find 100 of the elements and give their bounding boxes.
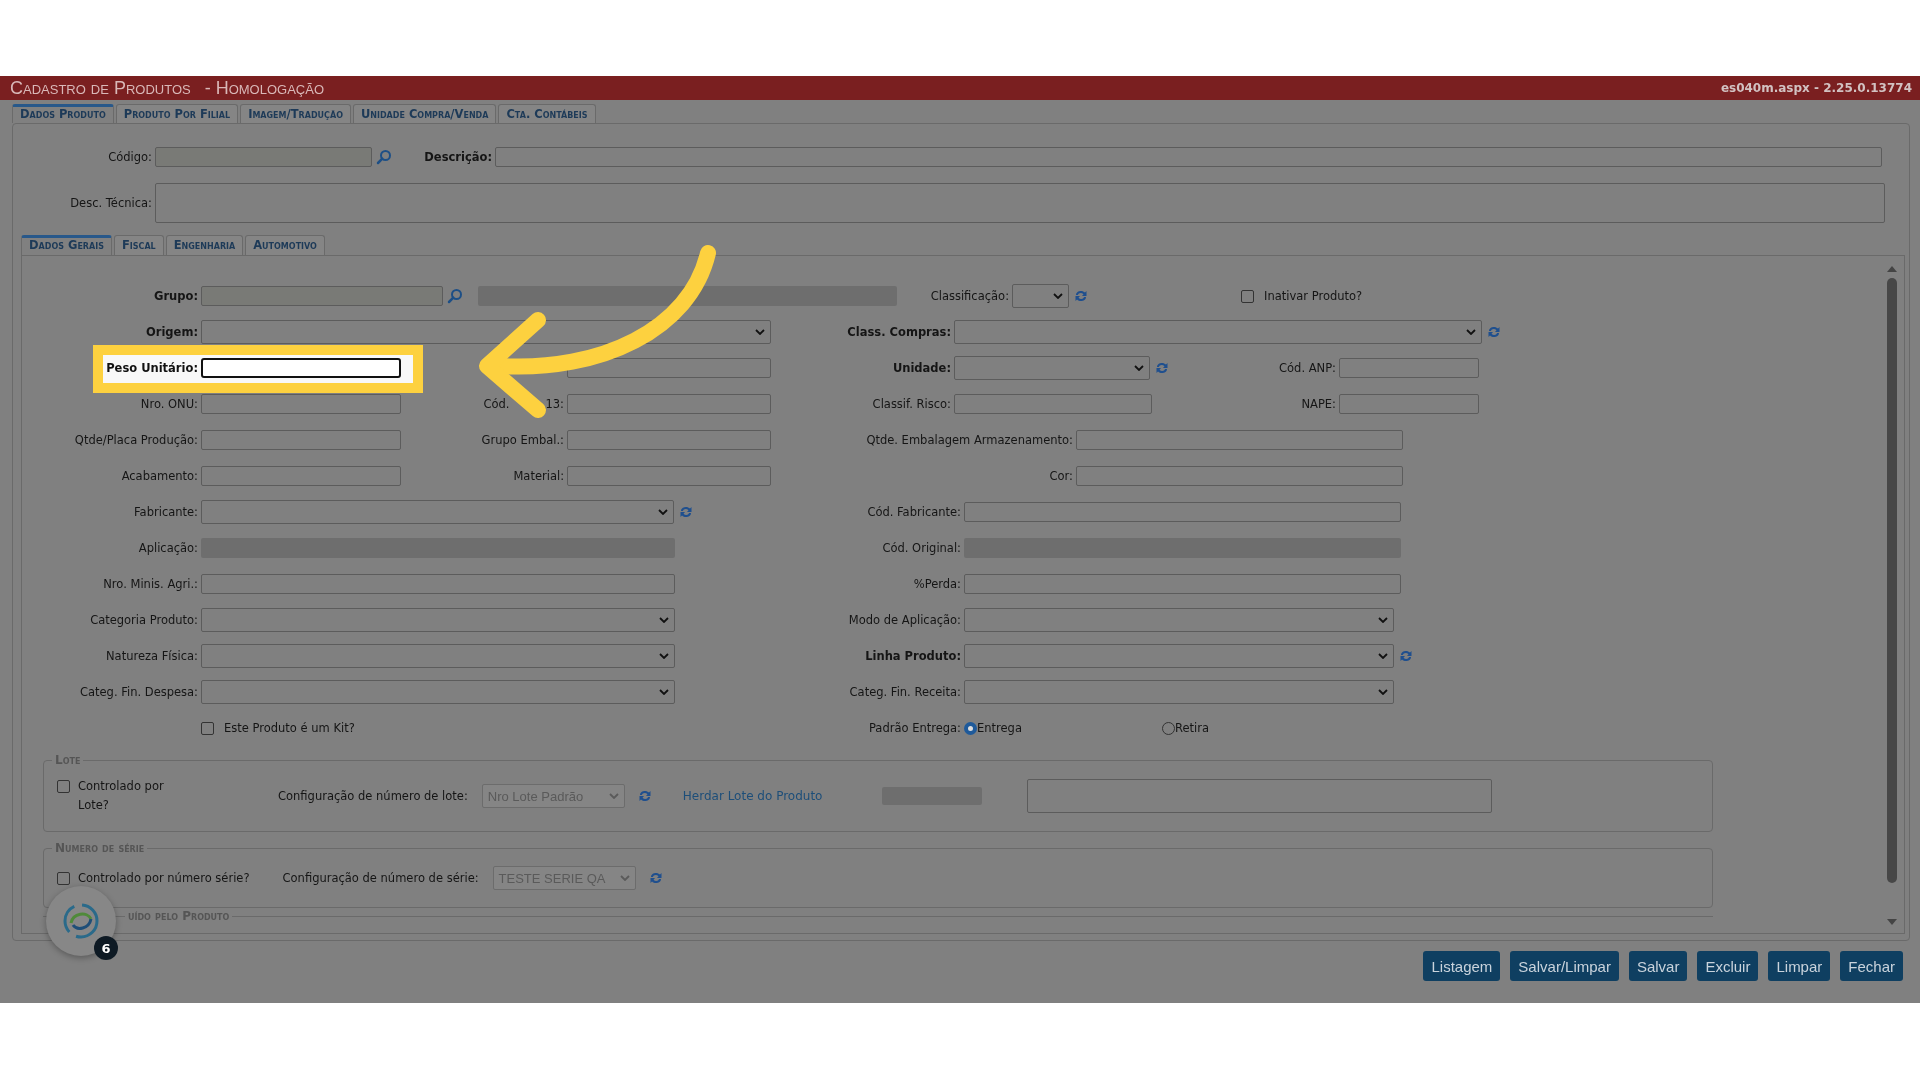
- field-label: Categ. Fin. Receita:: [849, 685, 961, 699]
- text-field[interactable]: [1339, 394, 1479, 414]
- text-field[interactable]: [964, 574, 1401, 594]
- refresh-icon[interactable]: [1154, 360, 1170, 376]
- text-field[interactable]: [201, 358, 401, 378]
- radio-label: Retira: [1175, 721, 1210, 735]
- checkbox-label: Controlado por número série?: [78, 871, 250, 885]
- text-area[interactable]: [1027, 779, 1493, 813]
- search-icon[interactable]: [376, 149, 392, 165]
- field-label: %Perda:: [913, 577, 961, 591]
- description-field[interactable]: [495, 147, 1882, 167]
- tab[interactable]: Fiscal: [113, 235, 164, 255]
- environment-label: - Homologação: [204, 77, 325, 99]
- text-field[interactable]: [964, 502, 1401, 522]
- refresh-icon[interactable]: [1486, 324, 1502, 340]
- field-label: Descrição:: [423, 150, 493, 164]
- search-icon[interactable]: [447, 288, 463, 304]
- field-label: Nro. ONU:: [140, 397, 198, 411]
- action-button[interactable]: Salvar/Limpar: [1510, 951, 1619, 981]
- chevron-icon: [1378, 689, 1388, 695]
- scroll-down-icon[interactable]: [1887, 919, 1897, 925]
- text-field[interactable]: [567, 358, 771, 378]
- field-label: Unidade:: [892, 361, 951, 375]
- scroll-up-icon[interactable]: [1887, 266, 1897, 272]
- field-label: Qtde. Embalagem Armazenamento:: [866, 433, 1073, 447]
- field-label: Aplicação:: [138, 541, 198, 555]
- tab[interactable]: Automotivo: [245, 235, 325, 255]
- tab[interactable]: Dados Produto: [12, 104, 114, 123]
- text-field[interactable]: [954, 394, 1152, 414]
- tab[interactable]: Produto Por Filial: [115, 104, 239, 123]
- radio-label: Entrega: [977, 721, 1022, 735]
- field-label: Cód. Fabricante:: [867, 505, 961, 519]
- text-field[interactable]: [1076, 430, 1403, 450]
- text-field[interactable]: [201, 466, 401, 486]
- refresh-icon[interactable]: [1398, 648, 1414, 664]
- inherit-lot-link[interactable]: Herdar Lote do Produto: [682, 789, 823, 803]
- text-field[interactable]: [567, 430, 771, 450]
- field-label: Acabamento:: [121, 469, 198, 483]
- tab[interactable]: Imagem/Tradução: [240, 104, 351, 123]
- text-field[interactable]: [567, 466, 771, 486]
- radio-button[interactable]: [964, 721, 977, 735]
- checkbox[interactable]: [57, 780, 70, 793]
- checkbox[interactable]: [201, 721, 214, 735]
- chevron-icon: [1378, 653, 1388, 659]
- chevron-icon: [755, 329, 765, 335]
- checkbox[interactable]: [1241, 289, 1254, 303]
- scrollbar-thumb[interactable]: [1887, 278, 1897, 883]
- field-label: Configuração de número de série:: [282, 871, 479, 885]
- chevron-icon: [659, 689, 669, 695]
- field-label: Categoria Produto:: [90, 613, 198, 627]
- tab[interactable]: Dados Gerais: [21, 235, 112, 255]
- chevron-icon: [1134, 365, 1144, 371]
- field-label: Peso Unitário:: [106, 361, 198, 375]
- checkbox-label: Controlado por Lote?: [78, 778, 165, 814]
- window-title: Cadastro de Produtos: [10, 77, 191, 99]
- chevron-icon: [658, 509, 668, 515]
- refresh-icon[interactable]: [1073, 288, 1089, 304]
- field-label: Configuração de número de lote:: [278, 789, 468, 803]
- field-label: Cód. ANP:: [1279, 361, 1336, 375]
- chevron-icon: [659, 653, 669, 659]
- tab[interactable]: Cta. Contábeis: [498, 104, 596, 123]
- code-field[interactable]: [155, 147, 372, 167]
- field-label: Qtde/Placa Produção:: [74, 433, 198, 447]
- action-button[interactable]: Fechar: [1840, 951, 1903, 981]
- refresh-icon[interactable]: [678, 504, 694, 520]
- checkbox-label: Inativar Produto?: [1264, 289, 1363, 303]
- tab[interactable]: Engenharia: [165, 235, 244, 255]
- text-field[interactable]: [1339, 358, 1479, 378]
- field-label: Padrão Entrega:: [868, 721, 961, 735]
- field-label: Fabricante:: [134, 505, 198, 519]
- field-label: Grupo Embal.:: [481, 433, 564, 447]
- field-label: Origem:: [146, 325, 198, 339]
- action-button[interactable]: Limpar: [1768, 951, 1831, 981]
- action-button[interactable]: Listagem: [1423, 951, 1501, 981]
- field-label: Natureza Física:: [106, 649, 198, 663]
- field-label: Nro. Minis. Agri.:: [103, 577, 198, 591]
- field-label: Linha Produto:: [865, 649, 961, 663]
- tab[interactable]: Unidade Compra/Venda: [352, 104, 497, 123]
- lookup-field[interactable]: [201, 286, 443, 306]
- action-button[interactable]: Excluir: [1697, 951, 1759, 981]
- chevron-icon: [1053, 293, 1063, 299]
- text-field[interactable]: [201, 394, 401, 414]
- text-field[interactable]: [567, 394, 771, 414]
- text-field[interactable]: [201, 430, 401, 450]
- field-label: Categ. Fin. Despesa:: [79, 685, 198, 699]
- text-field[interactable]: [1076, 466, 1403, 486]
- field-label: 13:: [545, 397, 564, 411]
- chevron-icon: [619, 875, 630, 881]
- chevron-icon: [1378, 617, 1388, 623]
- chevron-icon: [659, 617, 669, 623]
- field-label: Desc. Técnica:: [69, 196, 153, 210]
- field-label: Material:: [513, 469, 564, 483]
- checkbox[interactable]: [57, 871, 70, 885]
- technical-description-field[interactable]: [155, 183, 1885, 223]
- text-field[interactable]: [201, 574, 675, 594]
- action-button[interactable]: Salvar: [1628, 951, 1688, 981]
- dropdown[interactable]: [201, 320, 771, 344]
- field-label: NAPE:: [1301, 397, 1336, 411]
- field-label: Código:: [107, 150, 153, 164]
- field-label: Modo de Aplicação:: [848, 613, 961, 627]
